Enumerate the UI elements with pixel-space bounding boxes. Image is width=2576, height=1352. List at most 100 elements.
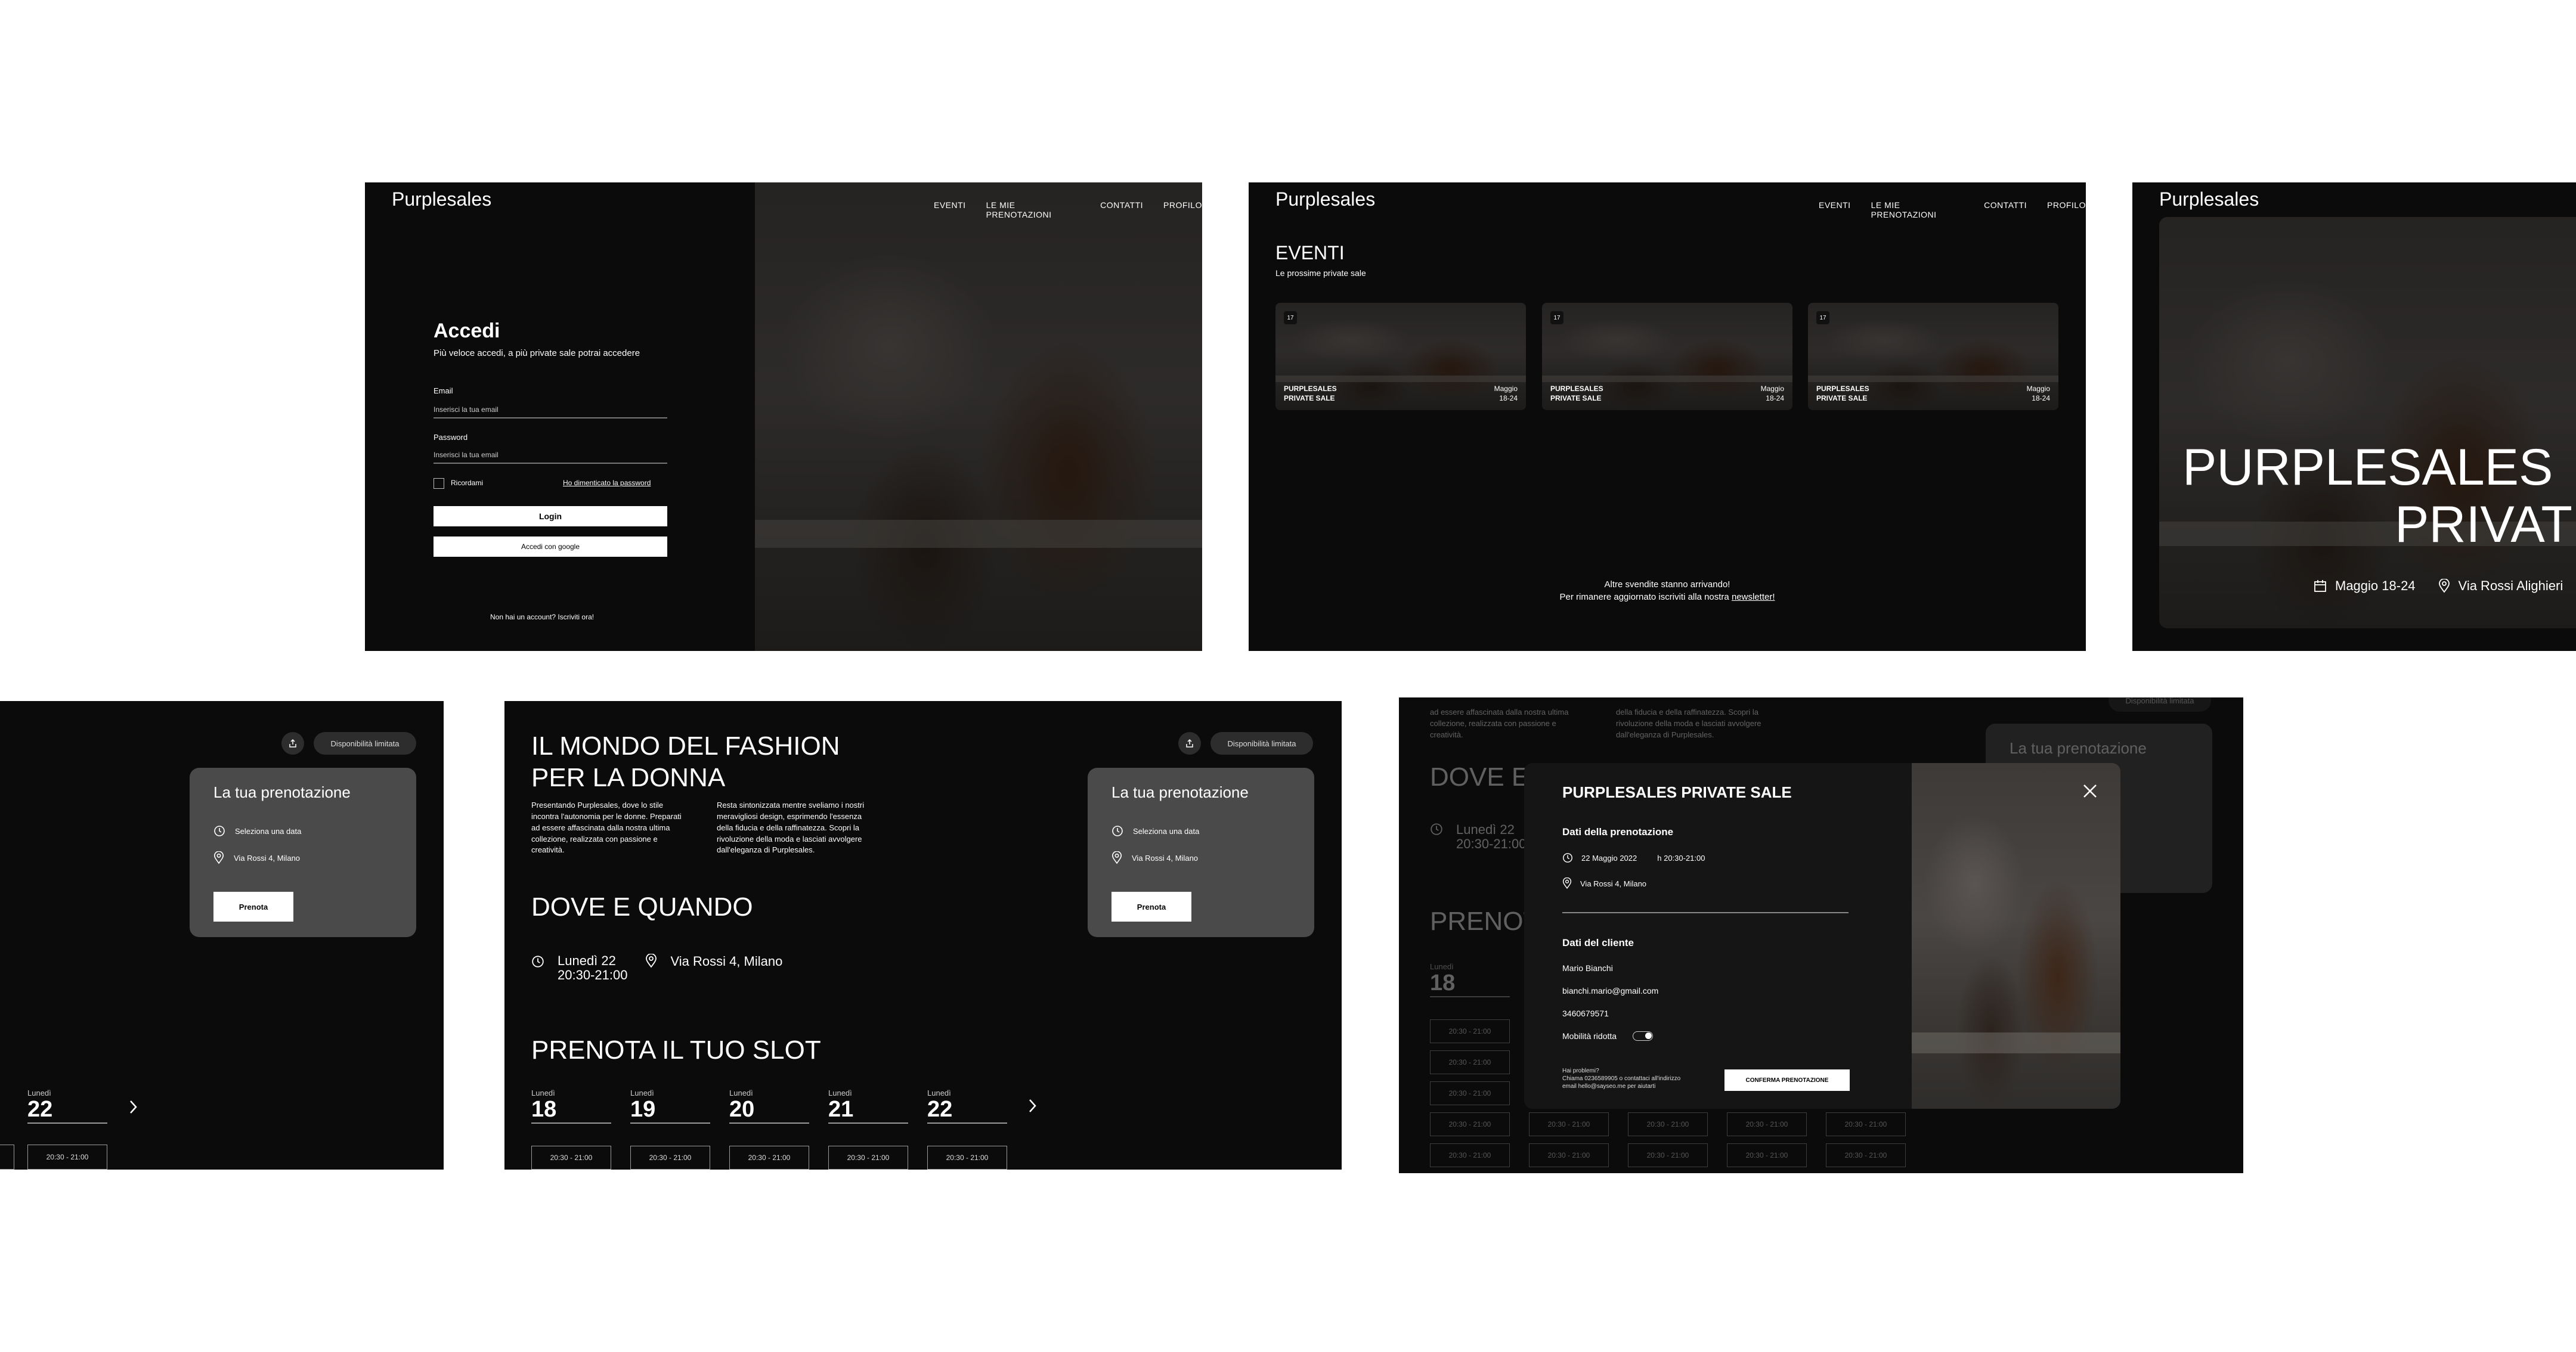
event-card-days: 18-24: [2032, 393, 2050, 402]
time-slot[interactable]: 20:30 - 21:00: [1430, 1050, 1510, 1074]
event-card-subtitle: PRIVATE SALE: [1284, 393, 1335, 402]
hero-title: PURPLESALES PRIVAT: [2182, 439, 2572, 554]
event-hero-image: [2159, 217, 2576, 628]
time-slot[interactable]: 20:30 - 21:00: [1430, 1081, 1510, 1105]
client-name: Mario Bianchi: [1562, 963, 1613, 973]
day-selector[interactable]: Lunedì 18: [1430, 962, 1510, 997]
email-label: Email: [434, 386, 453, 395]
mobility-toggle[interactable]: [1633, 1031, 1653, 1041]
booking-place-row: Via Rossi 4, Milano: [1562, 877, 1646, 889]
time-slot[interactable]: 20:30 - 21:00: [27, 1145, 107, 1170]
nav-eventi[interactable]: EVENTI: [1819, 200, 1851, 219]
client-email: bianchi.mario@gmail.com: [1562, 986, 1659, 996]
nav-prenotazioni[interactable]: LE MIE PRENOTAZIONI: [1871, 200, 1964, 219]
select-date-label: Seleziona una data: [235, 826, 302, 836]
time-slot[interactable]: 20:30 - 21:00: [1430, 1019, 1510, 1043]
time-slot[interactable]: 20:30 - 21:00: [1628, 1112, 1708, 1136]
location-pin-icon: [1562, 877, 1572, 889]
day-selector[interactable]: Lunedì 18: [531, 1089, 611, 1124]
select-date-label: Seleziona una data: [1133, 826, 1200, 836]
day-selector[interactable]: Lunedì 19: [630, 1089, 710, 1124]
book-button[interactable]: Prenota: [213, 892, 293, 922]
brand-logo[interactable]: Purplesales: [2159, 188, 2259, 210]
login-title: Accedi: [434, 320, 500, 342]
book-button[interactable]: Prenota: [1111, 892, 1191, 922]
location-row: Via Rossi 4, Milano: [213, 851, 300, 864]
events-footer-line2: Per rimanere aggiornato iscriviti alla n…: [1559, 592, 1732, 602]
nav-eventi[interactable]: EVENTI: [934, 200, 966, 219]
password-field[interactable]: Inserisci la tua email: [434, 451, 667, 464]
nav-prenotazioni[interactable]: LE MIE PRENOTAZIONI: [986, 200, 1080, 219]
booking-date: 22 Maggio 2022: [1581, 853, 1637, 863]
time-slot[interactable]: 20:30 - 21:00: [1430, 1143, 1510, 1167]
bg-where-title: DOVE E: [1430, 762, 1530, 792]
when-time: 20:30-21:00: [558, 968, 628, 983]
close-button[interactable]: [2081, 782, 2099, 800]
event-card[interactable]: 17 PURPLESALES PRIVATE SALE Maggio 18-24: [1808, 303, 2058, 410]
booking-card-title: La tua prenotazione: [213, 783, 351, 801]
time-slot[interactable]: 20:30 - 21:00: [1628, 1143, 1708, 1167]
booking-card: La tua prenotazione Seleziona una data V…: [190, 768, 416, 937]
close-icon: [2081, 782, 2099, 800]
email-field[interactable]: Inserisci la tua email: [434, 405, 667, 418]
time-slot[interactable]: 20:30 - 21:00: [1826, 1112, 1906, 1136]
event-card-month: Maggio: [1494, 384, 1518, 393]
time-slot[interactable]: 20:30 - 21:00: [1826, 1143, 1906, 1167]
availability-badge: Disponibilità limitata: [1210, 732, 1313, 755]
time-slot[interactable]: 20:30 - 21:00: [1430, 1112, 1510, 1136]
client-section-title: Dati del cliente: [1562, 937, 1634, 948]
newsletter-link[interactable]: newsletter!: [1732, 592, 1775, 602]
brand-logo[interactable]: Purplesales: [392, 188, 491, 210]
nav-contatti[interactable]: CONTATTI: [1984, 200, 2027, 219]
location-label: Via Rossi 4, Milano: [234, 853, 301, 863]
main-nav: EVENTI LE MIE PRENOTAZIONI CONTATTI PROF…: [1819, 200, 2086, 219]
day-selector[interactable]: Lunedì 22: [27, 1089, 107, 1124]
time-slot[interactable]: 20:30 - 21:00: [828, 1146, 908, 1170]
events-footer-line1: Altre svendite stanno arrivando!: [1604, 579, 1730, 590]
next-days-arrow-icon[interactable]: [1027, 1097, 1039, 1115]
time-slot[interactable]: 20:30 - 21:00: [1529, 1143, 1609, 1167]
booking-place: Via Rossi 4, Milano: [1580, 879, 1647, 888]
forgot-password-link[interactable]: Ho dimenticato la password: [563, 479, 651, 487]
time-slot[interactable]: 20:30 - 21:00: [1727, 1112, 1807, 1136]
google-login-button[interactable]: Accedi con google: [434, 537, 667, 557]
remember-label: Ricordami: [451, 479, 484, 487]
detail-headline-line2: PER LA DONNA: [531, 762, 726, 792]
events-title: EVENTI: [1275, 242, 1345, 263]
share-button[interactable]: [1178, 732, 1201, 755]
where-when-title: DOVE E QUANDO: [531, 892, 753, 922]
time-slot[interactable]: 20:30 - 21:00: [531, 1146, 611, 1170]
time-slot[interactable]: 20:30 - 21:00: [1529, 1112, 1609, 1136]
location-pin-icon: [213, 851, 224, 864]
login-button[interactable]: Login: [434, 506, 667, 526]
day-selector[interactable]: Lunedì 22: [927, 1089, 1007, 1124]
event-card-title: PURPLESALES: [1284, 384, 1337, 393]
time-slot[interactable]: 20:30 - 21:00: [927, 1146, 1007, 1170]
event-card[interactable]: 17 PURPLESALES PRIVATE SALE Maggio 18-24: [1542, 303, 1792, 410]
canvas: Purplesales EVENTI LE MIE PRENOTAZIONI C…: [0, 0, 2576, 1352]
event-hero-screen: Purplesales PURPLESALES PRIVAT Maggio 18…: [2132, 182, 2576, 651]
time-slot[interactable]: 20:30 - 21:00: [729, 1146, 809, 1170]
location-pin-icon: [1111, 851, 1122, 864]
signup-link[interactable]: Non hai un account? Iscriviti ora!: [490, 613, 594, 621]
event-card-days: 18-24: [1499, 393, 1518, 402]
select-date-row[interactable]: Seleziona una data: [1111, 825, 1199, 837]
brand-logo[interactable]: Purplesales: [1275, 188, 1375, 210]
time-slot[interactable]: 20:30 - 21:00: [630, 1146, 710, 1170]
remember-checkbox[interactable]: [434, 478, 444, 489]
nav-profilo[interactable]: PROFILO: [1163, 200, 1202, 219]
day-selector[interactable]: Lunedì 20: [729, 1089, 809, 1124]
time-slot[interactable]: 20:30 - 21:00: [1727, 1143, 1807, 1167]
next-days-arrow-icon[interactable]: [128, 1098, 140, 1116]
nav-contatti[interactable]: CONTATTI: [1100, 200, 1143, 219]
event-card[interactable]: 17 PURPLESALES PRIVATE SALE Maggio 18-24: [1275, 303, 1526, 410]
when-row: Lunedì 22 20:30-21:00 Via Rossi 4, Milano: [531, 953, 782, 983]
nav-profilo[interactable]: PROFILO: [2047, 200, 2086, 219]
share-button[interactable]: [281, 732, 304, 755]
confirm-booking-button[interactable]: CONFERMA PRENOTAZIONE: [1724, 1069, 1850, 1091]
time-slot[interactable]: [0, 1145, 14, 1170]
select-date-row[interactable]: Seleziona una data: [213, 825, 301, 837]
day-selector[interactable]: Lunedì 21: [828, 1089, 908, 1124]
calendar-icon: [2314, 579, 2327, 593]
hero-title-line1: PURPLESALES: [2182, 439, 2553, 496]
